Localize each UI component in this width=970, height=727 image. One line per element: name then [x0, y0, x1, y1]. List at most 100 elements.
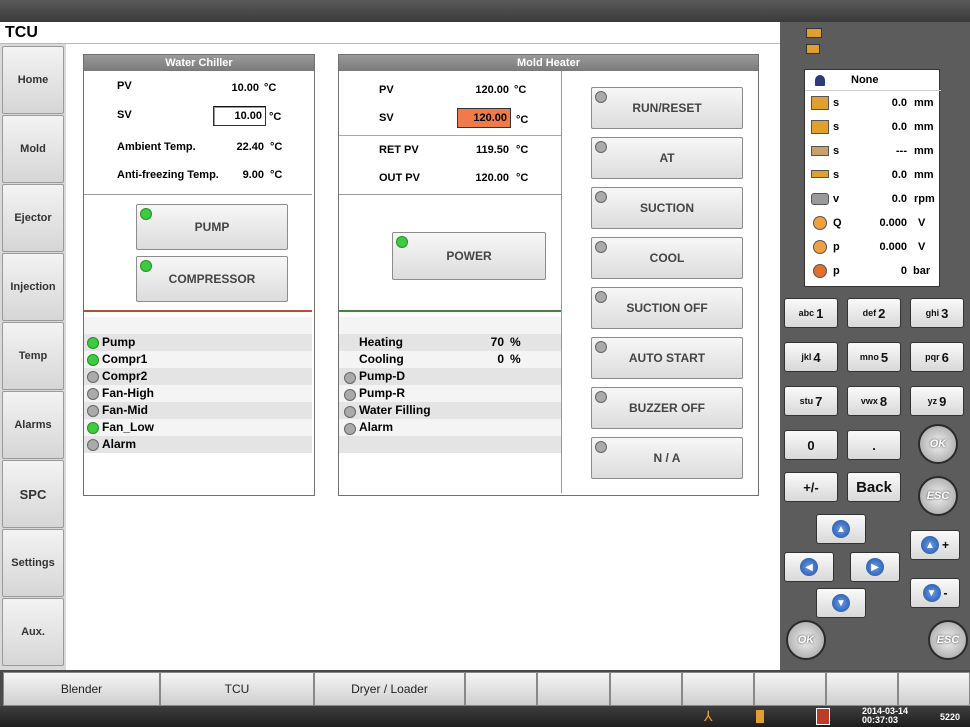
plus-label: +: [941, 538, 949, 552]
key-9[interactable]: yz 9: [910, 386, 964, 416]
user-row: None: [805, 70, 941, 91]
status-label: Water Filling: [359, 403, 431, 417]
led-icon: [595, 341, 607, 353]
tab-empty[interactable]: [610, 672, 682, 706]
readout-tag: s: [833, 121, 840, 133]
mh-pv-value: 120.00: [475, 84, 509, 96]
suction-button[interactable]: SUCTION: [591, 187, 743, 229]
row-spacer: [339, 436, 561, 453]
nav-spc[interactable]: SPC: [2, 460, 64, 528]
arrow-left-icon: ◀: [800, 558, 818, 576]
auto-start-button[interactable]: AUTO START: [591, 337, 743, 379]
arrow-left-button[interactable]: ◀: [784, 552, 834, 582]
esc-button-bottom[interactable]: ESC: [928, 620, 968, 660]
status-bar: ⅄ 2014-03-14 00:37:03 5220: [0, 706, 970, 727]
esc-button[interactable]: ESC: [918, 476, 958, 516]
buzzer-off-button[interactable]: BUZZER OFF: [591, 387, 743, 429]
suction-off-button[interactable]: SUCTION OFF: [591, 287, 743, 329]
key-3[interactable]: ghi 3: [910, 298, 964, 328]
page-down-button[interactable]: ▼ -: [910, 578, 960, 608]
status-led-icon: [87, 405, 99, 417]
wc-pv-label: PV: [117, 80, 132, 92]
nav-injection[interactable]: Injection: [2, 253, 64, 321]
key-0[interactable]: 0: [784, 430, 838, 460]
key-back[interactable]: Back: [847, 472, 901, 502]
time-text: 00:37:03: [862, 715, 899, 725]
tab-empty[interactable]: [898, 672, 970, 706]
run-reset-button[interactable]: RUN/RESET: [591, 87, 743, 129]
key-main: 7: [815, 393, 823, 409]
mh-sv-input[interactable]: 120.00: [457, 108, 511, 128]
wc-ambient-unit: °C: [270, 141, 283, 153]
button-label: COOL: [649, 251, 685, 265]
mold-heater-header: Mold Heater: [339, 55, 758, 71]
arrow-up-button[interactable]: ▲: [816, 514, 866, 544]
ok-button[interactable]: OK: [918, 424, 958, 464]
pump-led-icon: [140, 208, 152, 220]
readout-row: s --- mm: [805, 140, 941, 164]
key-5[interactable]: mno 5: [847, 342, 901, 372]
status-label: Pump-D: [359, 369, 405, 383]
readout-tag: p: [833, 241, 840, 253]
page-up-button[interactable]: ▲ +: [910, 530, 960, 560]
tab-blender[interactable]: Blender: [3, 672, 160, 706]
nav-ejector[interactable]: Ejector: [2, 184, 64, 252]
readout-unit: rpm: [914, 193, 935, 205]
page-up-icon: ▲: [920, 536, 939, 554]
tab-empty[interactable]: [465, 672, 537, 706]
key-plusminus[interactable]: +/-: [784, 472, 838, 502]
status-led-icon: [87, 371, 99, 383]
status-label: Fan-High: [102, 386, 154, 400]
compressor-led-icon: [140, 260, 152, 272]
key-dot[interactable]: .: [847, 430, 901, 460]
power-button[interactable]: POWER: [392, 232, 546, 280]
date-time: 2014-03-14 00:37:03: [862, 707, 908, 725]
flow-gauge-icon: [813, 216, 827, 230]
readout-value: 0.0: [891, 97, 907, 109]
key-6[interactable]: pqr 6: [910, 342, 964, 372]
tab-empty[interactable]: [537, 672, 610, 706]
row-spacer: [339, 317, 561, 334]
readout-row: v 0.0 rpm: [805, 188, 941, 212]
water-chiller-panel: Water Chiller PV 10.00 °C SV 10.00 °C Am…: [83, 54, 315, 496]
cool-button[interactable]: COOL: [591, 237, 743, 279]
tab-empty[interactable]: [826, 672, 898, 706]
arrow-right-button[interactable]: ▶: [850, 552, 900, 582]
divider-orange: [84, 310, 312, 312]
key-4[interactable]: jkl 4: [784, 342, 838, 372]
nav-alarms[interactable]: Alarms: [2, 391, 64, 459]
nav-temp[interactable]: Temp: [2, 322, 64, 390]
nav-aux[interactable]: Aux.: [2, 598, 64, 666]
tab-dryer-loader[interactable]: Dryer / Loader: [314, 672, 465, 706]
bar-gauge-icon: [813, 264, 827, 278]
compressor-button-label: COMPRESSOR: [168, 272, 256, 286]
key-1[interactable]: abc 1: [784, 298, 838, 328]
arrow-right-icon: ▶: [866, 558, 884, 576]
title-bar: TCU: [0, 22, 780, 44]
readout-value: 0.0: [891, 121, 907, 133]
tab-empty[interactable]: [682, 672, 754, 706]
water-chiller-header: Water Chiller: [84, 55, 314, 71]
pump-button[interactable]: PUMP: [136, 204, 288, 250]
nav-settings[interactable]: Settings: [2, 529, 64, 597]
nav-home[interactable]: Home: [2, 46, 64, 114]
na-button[interactable]: N / A: [591, 437, 743, 479]
divider: [339, 135, 561, 136]
tab-empty[interactable]: [754, 672, 826, 706]
wc-ambient-label: Ambient Temp.: [117, 141, 196, 153]
ok-button-bottom[interactable]: OK: [786, 620, 826, 660]
key-2[interactable]: def 2: [847, 298, 901, 328]
nav-mold[interactable]: Mold: [2, 115, 64, 183]
at-button[interactable]: AT: [591, 137, 743, 179]
divider-green: [339, 310, 561, 312]
key-7[interactable]: stu 7: [784, 386, 838, 416]
readout-value: 0.000: [879, 217, 907, 229]
key-8[interactable]: vwx 8: [847, 386, 901, 416]
wc-antifreeze-label: Anti-freezing Temp.: [117, 169, 219, 181]
compressor-button[interactable]: COMPRESSOR: [136, 256, 288, 302]
readout-unit: V: [918, 241, 926, 253]
wc-sv-input[interactable]: 10.00: [213, 106, 266, 126]
tab-tcu[interactable]: TCU: [160, 672, 314, 706]
readout-tag: s: [833, 145, 840, 157]
arrow-down-button[interactable]: ▼: [816, 588, 866, 618]
